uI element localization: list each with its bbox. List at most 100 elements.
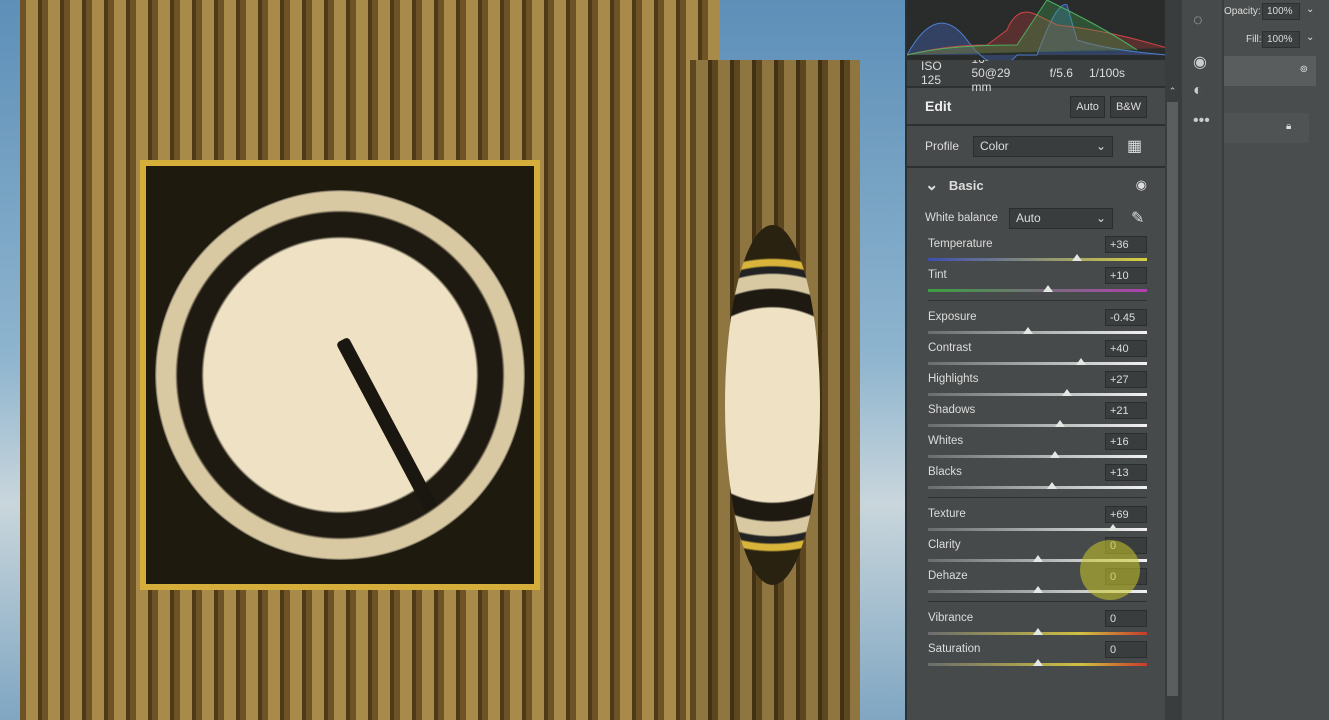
- profile-select[interactable]: Color ⌄: [973, 135, 1113, 157]
- white-balance-row: White balance Auto ⌄ ✎: [907, 202, 1165, 234]
- highlights-track[interactable]: [928, 393, 1147, 396]
- scroll-thumb[interactable]: [1167, 102, 1178, 696]
- shutter: 1/100s: [1088, 66, 1125, 80]
- chevron-down-icon: ⌄: [925, 177, 939, 194]
- lock-icon: 🔒︎: [1286, 121, 1292, 132]
- layers-panel: Opacity: 100% ⌄ Fill: 100% ⌄ ⊚ 🔒︎: [1224, 0, 1329, 720]
- whites-value-input[interactable]: +16: [1105, 433, 1147, 450]
- exposure-value-input[interactable]: -0.45: [1105, 309, 1147, 326]
- shadows-value-input[interactable]: +21: [1105, 402, 1147, 419]
- slider-blacks: Blacks +13: [907, 462, 1165, 493]
- texture-value-input[interactable]: +69: [1105, 506, 1147, 523]
- texture-thumb[interactable]: [1108, 524, 1119, 531]
- exposure-label: Exposure: [928, 311, 977, 323]
- more-icon[interactable]: •••: [1193, 112, 1210, 130]
- white-balance-label: White balance: [925, 212, 998, 224]
- blacks-value-input[interactable]: +13: [1105, 464, 1147, 481]
- temperature-track[interactable]: [928, 258, 1147, 261]
- chevron-down-icon[interactable]: ⌄: [1306, 4, 1314, 15]
- basic-title: Basic: [948, 178, 984, 193]
- photo-canvas[interactable]: [0, 0, 905, 720]
- smart-object-icon: ⊚: [1299, 64, 1308, 75]
- divider: [928, 601, 1147, 602]
- slider-texture: Texture +69: [907, 504, 1165, 535]
- chevron-down-icon[interactable]: ⌄: [1306, 32, 1314, 43]
- basic-section-header[interactable]: ⌄ Basic ◉: [907, 168, 1165, 202]
- panel-scrollbar[interactable]: ⌃: [1165, 86, 1180, 706]
- saturation-value-input[interactable]: 0: [1105, 641, 1147, 658]
- clock-face: [155, 190, 525, 560]
- eyedropper-icon[interactable]: ✎: [1131, 208, 1144, 228]
- highlights-value-input[interactable]: +27: [1105, 371, 1147, 388]
- blacks-thumb[interactable]: [1046, 482, 1057, 489]
- opacity-input[interactable]: 100%: [1262, 3, 1300, 20]
- slider-shadows: Shadows +21: [907, 400, 1165, 431]
- side-clock-face: [725, 225, 820, 585]
- temperature-value-input[interactable]: +36: [1105, 236, 1147, 253]
- chevron-down-icon: ⌄: [1095, 211, 1106, 225]
- temperature-thumb[interactable]: [1071, 254, 1082, 261]
- divider: [928, 300, 1147, 301]
- highlights-thumb[interactable]: [1062, 389, 1073, 396]
- blacks-label: Blacks: [928, 466, 962, 478]
- slider-saturation: Saturation 0: [907, 639, 1165, 670]
- profile-browser-icon[interactable]: ▦: [1127, 136, 1142, 156]
- white-balance-select[interactable]: Auto ⌄: [1009, 207, 1113, 229]
- auto-button[interactable]: Auto: [1070, 96, 1105, 118]
- profile-row: Profile Color ⌄ ▦: [907, 126, 1165, 168]
- contrast-track[interactable]: [928, 362, 1147, 365]
- whites-label: Whites: [928, 435, 964, 447]
- exif-bar: ISO 125 16-50@29 mm f/5.6 1/100s: [907, 52, 1165, 94]
- opacity-label: Opacity:: [1224, 6, 1261, 17]
- slider-temperature: Temperature +36: [907, 234, 1165, 265]
- tint-track[interactable]: [928, 289, 1147, 292]
- whites-thumb[interactable]: [1050, 451, 1061, 458]
- blend-icon[interactable]: ◐: [1193, 82, 1203, 100]
- contrast-value-input[interactable]: +40: [1105, 340, 1147, 357]
- aperture: f/5.6: [1049, 66, 1073, 80]
- tint-label: Tint: [928, 269, 947, 281]
- layer-row-selected[interactable]: ⊚: [1224, 56, 1316, 86]
- scroll-up-icon[interactable]: ⌃: [1165, 86, 1180, 97]
- white-balance-value: Auto: [1016, 211, 1041, 225]
- temperature-label: Temperature: [928, 238, 993, 250]
- vibrance-label: Vibrance: [928, 612, 974, 624]
- vibrance-thumb[interactable]: [1032, 628, 1043, 635]
- clarity-thumb[interactable]: [1032, 555, 1043, 562]
- histogram: [907, 0, 1165, 60]
- sliders: Temperature +36 Tint +10 Exposure -0.45 …: [907, 234, 1165, 670]
- shadows-track[interactable]: [928, 424, 1147, 427]
- layer-row-background[interactable]: 🔒︎: [1224, 113, 1309, 143]
- fill-input[interactable]: 100%: [1262, 31, 1300, 48]
- saturation-thumb[interactable]: [1032, 659, 1043, 666]
- slider-exposure: Exposure -0.45: [907, 307, 1165, 338]
- slider-tint: Tint +10: [907, 265, 1165, 296]
- chevron-down-icon: ⌄: [1095, 139, 1106, 153]
- iso: ISO 125: [921, 59, 942, 87]
- contrast-thumb[interactable]: [1076, 358, 1087, 365]
- slider-whites: Whites +16: [907, 431, 1165, 462]
- saturation-label: Saturation: [928, 643, 981, 655]
- profile-label: Profile: [925, 139, 960, 153]
- contrast-label: Contrast: [928, 342, 972, 354]
- exposure-track[interactable]: [928, 331, 1147, 334]
- slider-contrast: Contrast +40: [907, 338, 1165, 369]
- whites-track[interactable]: [928, 455, 1147, 458]
- bw-button[interactable]: B&W: [1109, 96, 1147, 118]
- edit-header: Edit Auto B&W: [907, 88, 1165, 126]
- slider-highlights: Highlights +27: [907, 369, 1165, 400]
- blacks-track[interactable]: [928, 486, 1147, 489]
- profile-value: Color: [980, 139, 1009, 153]
- vibrance-value-input[interactable]: 0: [1105, 610, 1147, 627]
- dehaze-thumb[interactable]: [1032, 586, 1043, 593]
- exposure-thumb[interactable]: [1022, 327, 1033, 334]
- eye-icon[interactable]: ◉: [1136, 177, 1147, 193]
- mask-icon[interactable]: ◌: [1193, 12, 1203, 30]
- shadows-thumb[interactable]: [1055, 420, 1066, 427]
- view-eye-icon[interactable]: ◉: [1193, 52, 1207, 72]
- divider: [928, 497, 1147, 498]
- cursor-highlight: [1080, 540, 1140, 600]
- tint-thumb[interactable]: [1043, 285, 1054, 292]
- texture-label: Texture: [928, 508, 966, 520]
- tint-value-input[interactable]: +10: [1105, 267, 1147, 284]
